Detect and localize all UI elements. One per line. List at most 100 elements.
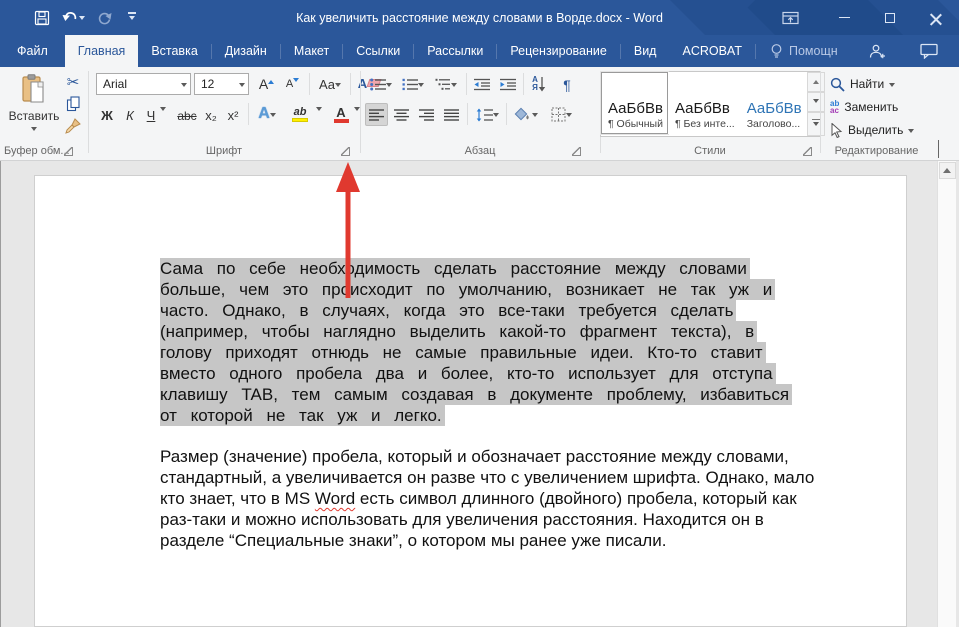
document-page[interactable]: Сама по себе необходимость сделать расст… (34, 175, 907, 627)
minimize-button[interactable] (821, 0, 867, 35)
paragraph-group-label: Абзац (360, 145, 600, 157)
tab-view[interactable]: Вид (621, 35, 670, 67)
align-left-button[interactable] (365, 103, 388, 126)
highlight-color-button[interactable]: ab (284, 103, 316, 125)
share-comments-button[interactable] (917, 39, 941, 63)
collapse-ribbon-button[interactable] (938, 141, 939, 159)
tab-mailings[interactable]: Рассылки (414, 35, 496, 67)
underline-button[interactable]: Ч (141, 103, 161, 125)
highlight-caret[interactable] (316, 111, 322, 129)
style-no-spacing[interactable]: АаБбВв ¶ Без инте... (668, 72, 740, 134)
mini-separator (466, 73, 467, 95)
copy-button[interactable] (62, 94, 84, 114)
decrease-indent-button[interactable] (470, 73, 494, 95)
font-name-value: Arial (103, 77, 127, 91)
close-button[interactable] (913, 0, 959, 35)
styles-dialog-launcher[interactable] (803, 147, 812, 156)
align-center-button[interactable] (390, 103, 413, 126)
borders-button[interactable] (545, 103, 577, 126)
shading-caret (532, 113, 538, 120)
shading-button[interactable] (510, 103, 542, 126)
bold-button[interactable]: Ж (96, 103, 118, 125)
italic-button[interactable]: К (120, 103, 140, 125)
style-heading1[interactable]: АаБбВв Заголово... (740, 72, 807, 134)
customize-qat-button[interactable] (120, 6, 144, 30)
find-button[interactable]: Найти (830, 73, 895, 95)
editing-group-label: Редактирование (820, 145, 933, 157)
sort-arrow (538, 77, 546, 92)
subscript-glyph: x₂ (205, 108, 217, 123)
strikethrough-glyph: abc (177, 109, 196, 123)
tell-me-box[interactable]: Помощн (756, 35, 852, 67)
grow-font-button[interactable]: A (254, 73, 279, 95)
document-text[interactable]: Сама по себе необходимость сделать расст… (160, 258, 870, 551)
redo-button[interactable] (92, 6, 116, 30)
bold-glyph: Ж (101, 108, 113, 123)
numbering-button[interactable] (398, 73, 427, 95)
tab-review[interactable]: Рецензирование (497, 35, 620, 67)
paste-button[interactable]: Вставить (8, 71, 60, 137)
underline-caret[interactable] (160, 111, 166, 129)
maximize-button[interactable] (867, 0, 913, 35)
scrollbar-up-button[interactable] (939, 162, 956, 179)
superscript-button[interactable]: x² (222, 103, 244, 125)
copy-icon (66, 96, 81, 112)
save-button[interactable] (30, 6, 54, 30)
change-case-button[interactable]: Aa (314, 73, 346, 95)
vertical-scrollbar[interactable] (937, 161, 956, 627)
undo-icon (62, 10, 79, 25)
multilevel-list-button[interactable] (430, 73, 462, 95)
tab-design[interactable]: Дизайн (212, 35, 280, 67)
undo-button[interactable] (58, 6, 88, 30)
font-dialog-launcher[interactable] (341, 147, 350, 156)
sign-in-button[interactable] (865, 39, 889, 63)
scrollbar-up-icon (943, 164, 951, 173)
justify-button[interactable] (440, 103, 463, 126)
replace-button[interactable]: abac Заменить (830, 96, 898, 118)
tab-acrobat[interactable]: ACROBAT (669, 35, 755, 67)
select-button[interactable]: Выделить (830, 119, 914, 141)
sort-button[interactable]: АЯ (526, 73, 552, 95)
font-name-combo[interactable]: Arial (96, 73, 191, 95)
tell-me-label: Помощн (789, 44, 838, 58)
bullets-button[interactable] (366, 73, 395, 95)
font-size-combo[interactable]: 12 (194, 73, 249, 95)
format-painter-button[interactable] (62, 116, 84, 136)
style-normal[interactable]: АаБбВв ¶ Обычный (601, 72, 668, 134)
strikethrough-button[interactable]: abc (173, 103, 201, 125)
paste-clipboard-icon (20, 74, 48, 106)
text-line: разделе “Специальные знаки”, о котором м… (160, 530, 870, 551)
tab-file[interactable]: Файл (0, 35, 65, 67)
tab-home[interactable]: Главная (65, 35, 139, 67)
font-color-button[interactable]: А (328, 103, 354, 125)
save-icon (34, 10, 50, 26)
style-name: ¶ Без инте... (675, 118, 735, 130)
tab-references[interactable]: Ссылки (343, 35, 413, 67)
ribbon-display-options-button[interactable] (767, 0, 813, 35)
text-line: раз-таки и можно использовать для увелич… (160, 509, 870, 530)
shrink-font-button[interactable]: A (280, 73, 305, 95)
maximize-icon (885, 13, 895, 23)
mini-separator (350, 73, 351, 95)
group-styles: АаБбВв ¶ Обычный АаБбВв ¶ Без инте... Аа… (600, 67, 820, 161)
line-spacing-caret (493, 113, 499, 120)
shrink-font-arrow (293, 78, 299, 85)
style-name: Заголово... (747, 118, 801, 130)
redo-icon (96, 10, 112, 26)
text-effects-button[interactable]: А (252, 103, 282, 125)
show-paragraph-marks-button[interactable]: ¶ (556, 73, 578, 95)
increase-indent-button[interactable] (496, 73, 520, 95)
paragraph-dialog-launcher[interactable] (572, 147, 581, 156)
comment-bubble-icon (920, 43, 938, 59)
clipboard-dialog-launcher[interactable] (64, 147, 73, 156)
group-paragraph: АЯ ¶ Абзац (360, 67, 600, 161)
cut-button[interactable]: ✂ (62, 72, 84, 92)
align-right-icon (419, 109, 434, 121)
undo-dropdown-caret[interactable] (79, 16, 85, 23)
tab-layout[interactable]: Макет (281, 35, 342, 67)
subscript-button[interactable]: x₂ (200, 103, 222, 125)
window-controls (767, 0, 959, 35)
align-right-button[interactable] (415, 103, 438, 126)
tab-insert[interactable]: Вставка (138, 35, 210, 67)
line-spacing-button[interactable] (471, 103, 503, 126)
